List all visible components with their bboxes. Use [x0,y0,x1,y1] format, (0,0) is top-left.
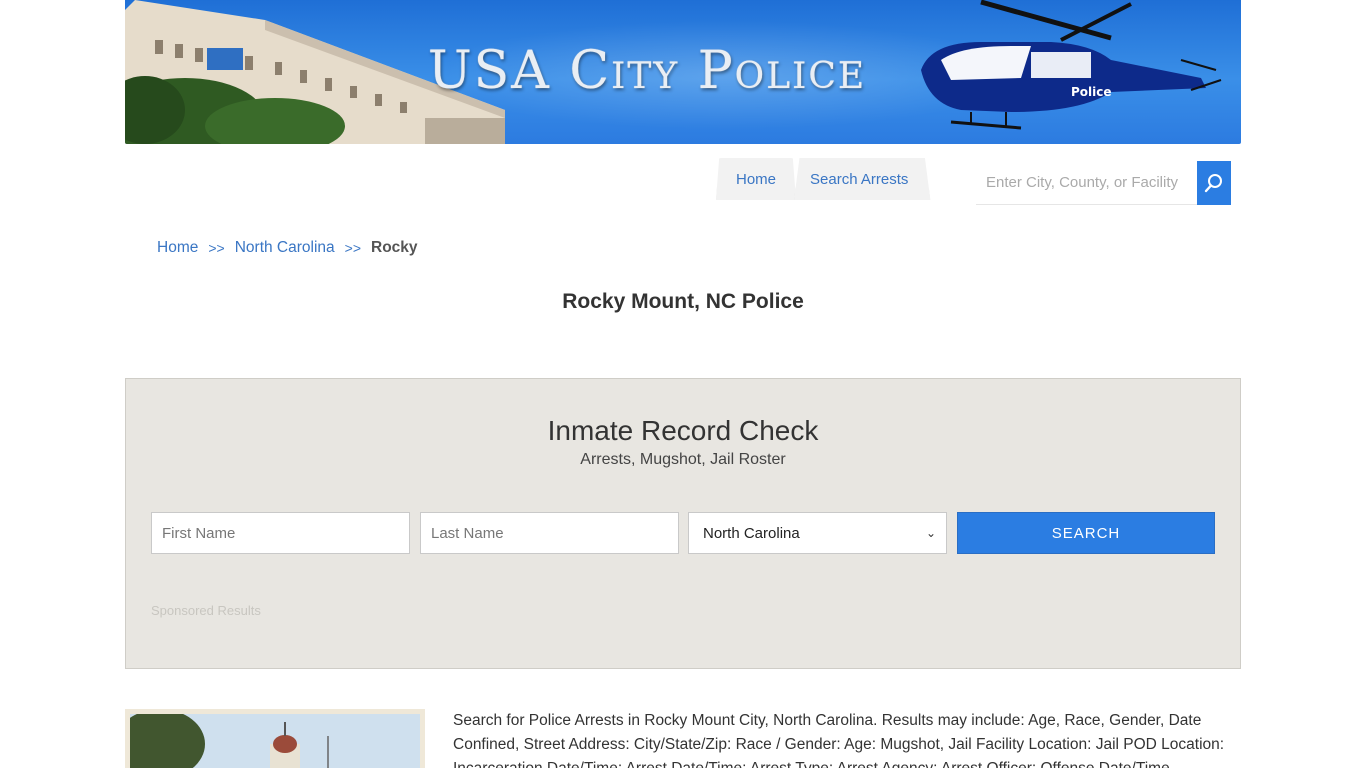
breadcrumb-home-link[interactable]: Home [157,239,198,257]
police-helicopter-image: Police [921,0,1222,130]
nav-search-arrests-link[interactable]: Search Arrests [794,158,931,200]
sponsored-results-label: Sponsored Results [151,603,261,618]
site-search-input[interactable] [976,161,1197,205]
state-select-value: North Carolina [703,524,800,542]
search-icon [1204,174,1222,193]
breadcrumb-separator: >> [208,240,225,256]
svg-text:Police: Police [1071,85,1112,99]
breadcrumb: Home >> North Carolina >> Rocky [157,239,418,257]
city-description: Search for Police Arrests in Rocky Mount… [453,712,1225,768]
last-name-field[interactable]: Last Name [420,512,679,554]
header-banner: USA City Police Police [125,0,1241,144]
inmate-search-button[interactable]: SEARCH [957,512,1215,554]
site-search [976,161,1232,205]
site-search-button[interactable] [1197,161,1231,205]
first-name-field[interactable]: First Name [151,512,410,554]
breadcrumb-state-link[interactable]: North Carolina [235,239,335,257]
main-nav: Home Search Arrests [716,158,931,200]
breadcrumb-separator: >> [344,240,362,256]
inmate-check-heading: Inmate Record Check [547,415,819,446]
breadcrumb-current: Rocky [371,239,418,256]
banner-title: USA City Police [427,41,867,101]
state-select[interactable]: North Carolina ⌄ [688,512,947,554]
inmate-check-subheading: Arrests, Mugshot, Jail Roster [580,451,786,468]
city-postcard-image [125,709,425,768]
page-title: Rocky Mount, NC Police [562,290,804,313]
inmate-record-check-panel: Inmate Record Check Arrests, Mugshot, Ja… [125,378,1241,669]
chevron-down-icon: ⌄ [925,526,936,540]
nav-home-link[interactable]: Home [716,158,797,200]
